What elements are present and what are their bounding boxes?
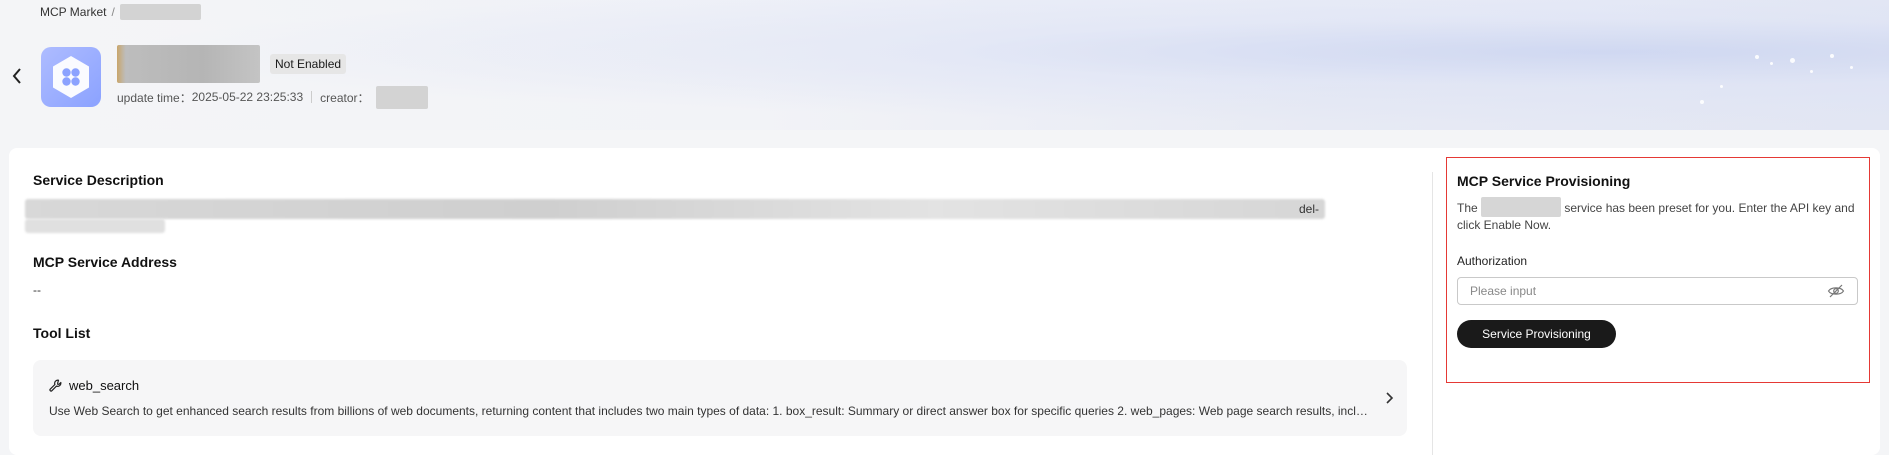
service-description-title: Service Description [33, 172, 164, 188]
tool-name: web_search [69, 378, 140, 393]
creator-redacted [375, 85, 428, 109]
tool-list-title: Tool List [33, 325, 91, 341]
service-description-redacted-line2 [25, 219, 165, 233]
tool-item-web-search[interactable]: web_search Use Web Search to get enhance… [33, 360, 1407, 436]
service-description-redacted [25, 199, 1325, 219]
service-address-title: MCP Service Address [33, 254, 177, 270]
provisioning-description: The service has been preset for you. Ent… [1457, 196, 1857, 234]
provisioning-title: MCP Service Provisioning [1457, 173, 1631, 189]
service-provisioning-button[interactable]: Service Provisioning [1457, 320, 1616, 348]
service-name-redacted [117, 45, 260, 83]
service-title-row: Not Enabled [117, 45, 347, 83]
breadcrumb-separator: / [111, 5, 115, 19]
tool-name-row: web_search [49, 378, 139, 393]
authorization-input[interactable] [1457, 277, 1858, 305]
service-description-tail: del- [1299, 202, 1320, 216]
eye-off-icon[interactable] [1827, 283, 1845, 299]
update-time-label: update time： [117, 90, 192, 105]
app-grid-icon [53, 56, 89, 98]
service-address-value: -- [33, 283, 41, 297]
chevron-right-icon[interactable] [1381, 390, 1397, 406]
meta-divider [311, 91, 313, 103]
back-button[interactable] [9, 66, 25, 86]
breadcrumb-root-link[interactable]: MCP Market [40, 5, 106, 19]
provisioning-service-redacted [1481, 196, 1562, 217]
service-logo [41, 47, 101, 107]
creator-label: creator： [320, 90, 370, 105]
provisioning-desc-before: The [1457, 201, 1482, 215]
breadcrumb-current-redacted [119, 4, 201, 20]
meta-row: update time： 2025-05-22 23:25:33 creator… [117, 85, 428, 109]
wrench-icon [49, 379, 62, 392]
update-time-value: 2025-05-22 23:25:33 [191, 90, 304, 104]
chevron-left-icon [12, 68, 21, 84]
status-badge: Not Enabled [270, 54, 347, 74]
column-divider [1432, 172, 1433, 455]
provisioning-panel: MCP Service Provisioning The service has… [1446, 157, 1870, 383]
page-header: MCP Market / Not Enabled update time： 20… [0, 0, 1889, 130]
breadcrumb: MCP Market / [40, 4, 201, 20]
authorization-label: Authorization [1457, 254, 1528, 268]
tool-description: Use Web Search to get enhanced search re… [49, 404, 1374, 418]
